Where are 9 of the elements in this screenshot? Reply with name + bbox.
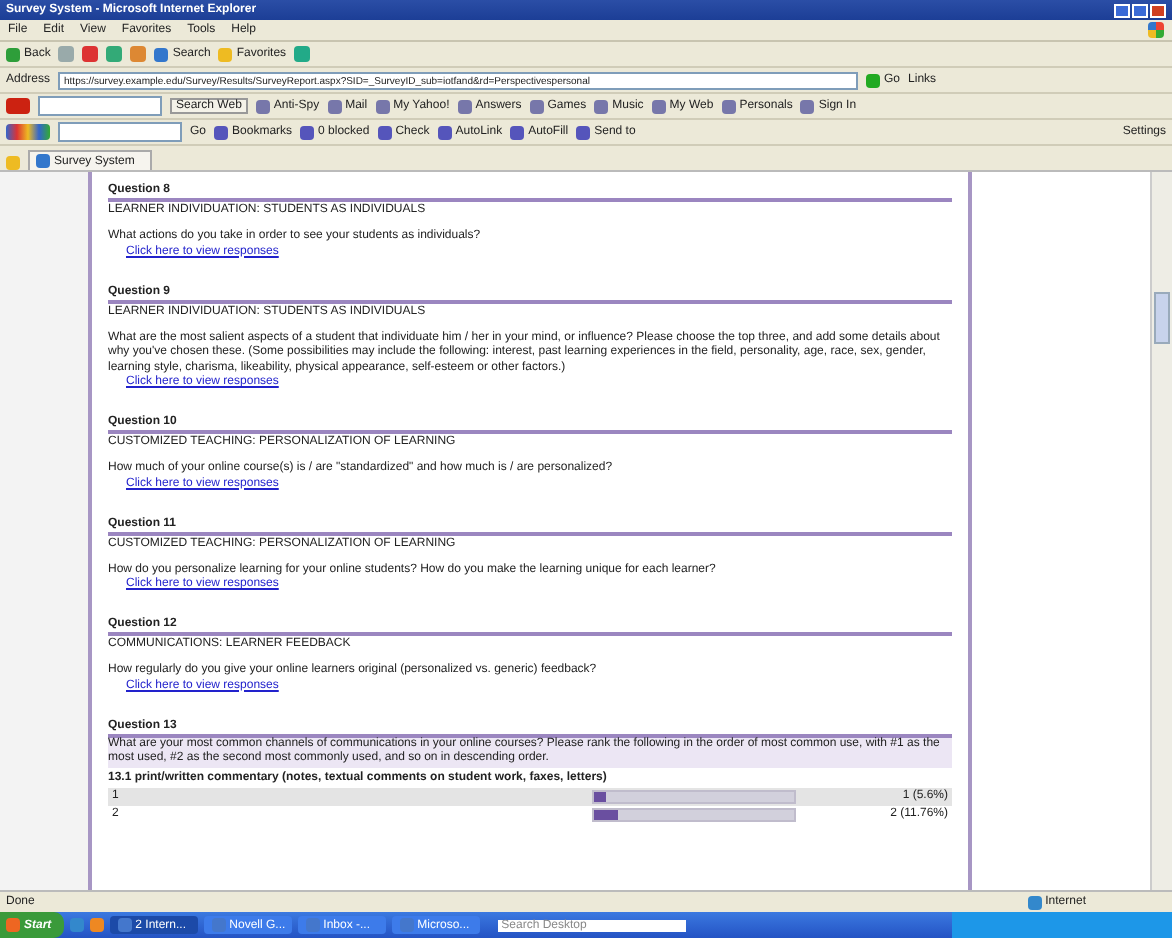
yahoo-logo-icon[interactable] <box>6 98 30 114</box>
close-button[interactable] <box>1150 3 1166 17</box>
windows-logo-icon <box>1148 22 1164 38</box>
scroll-bar[interactable] <box>1150 172 1172 890</box>
maximize-button[interactable] <box>1132 3 1148 17</box>
google-logo-icon[interactable] <box>6 124 50 140</box>
search-field[interactable] <box>38 96 162 116</box>
minimize-button[interactable] <box>1114 3 1130 17</box>
search-field[interactable] <box>58 122 182 142</box>
